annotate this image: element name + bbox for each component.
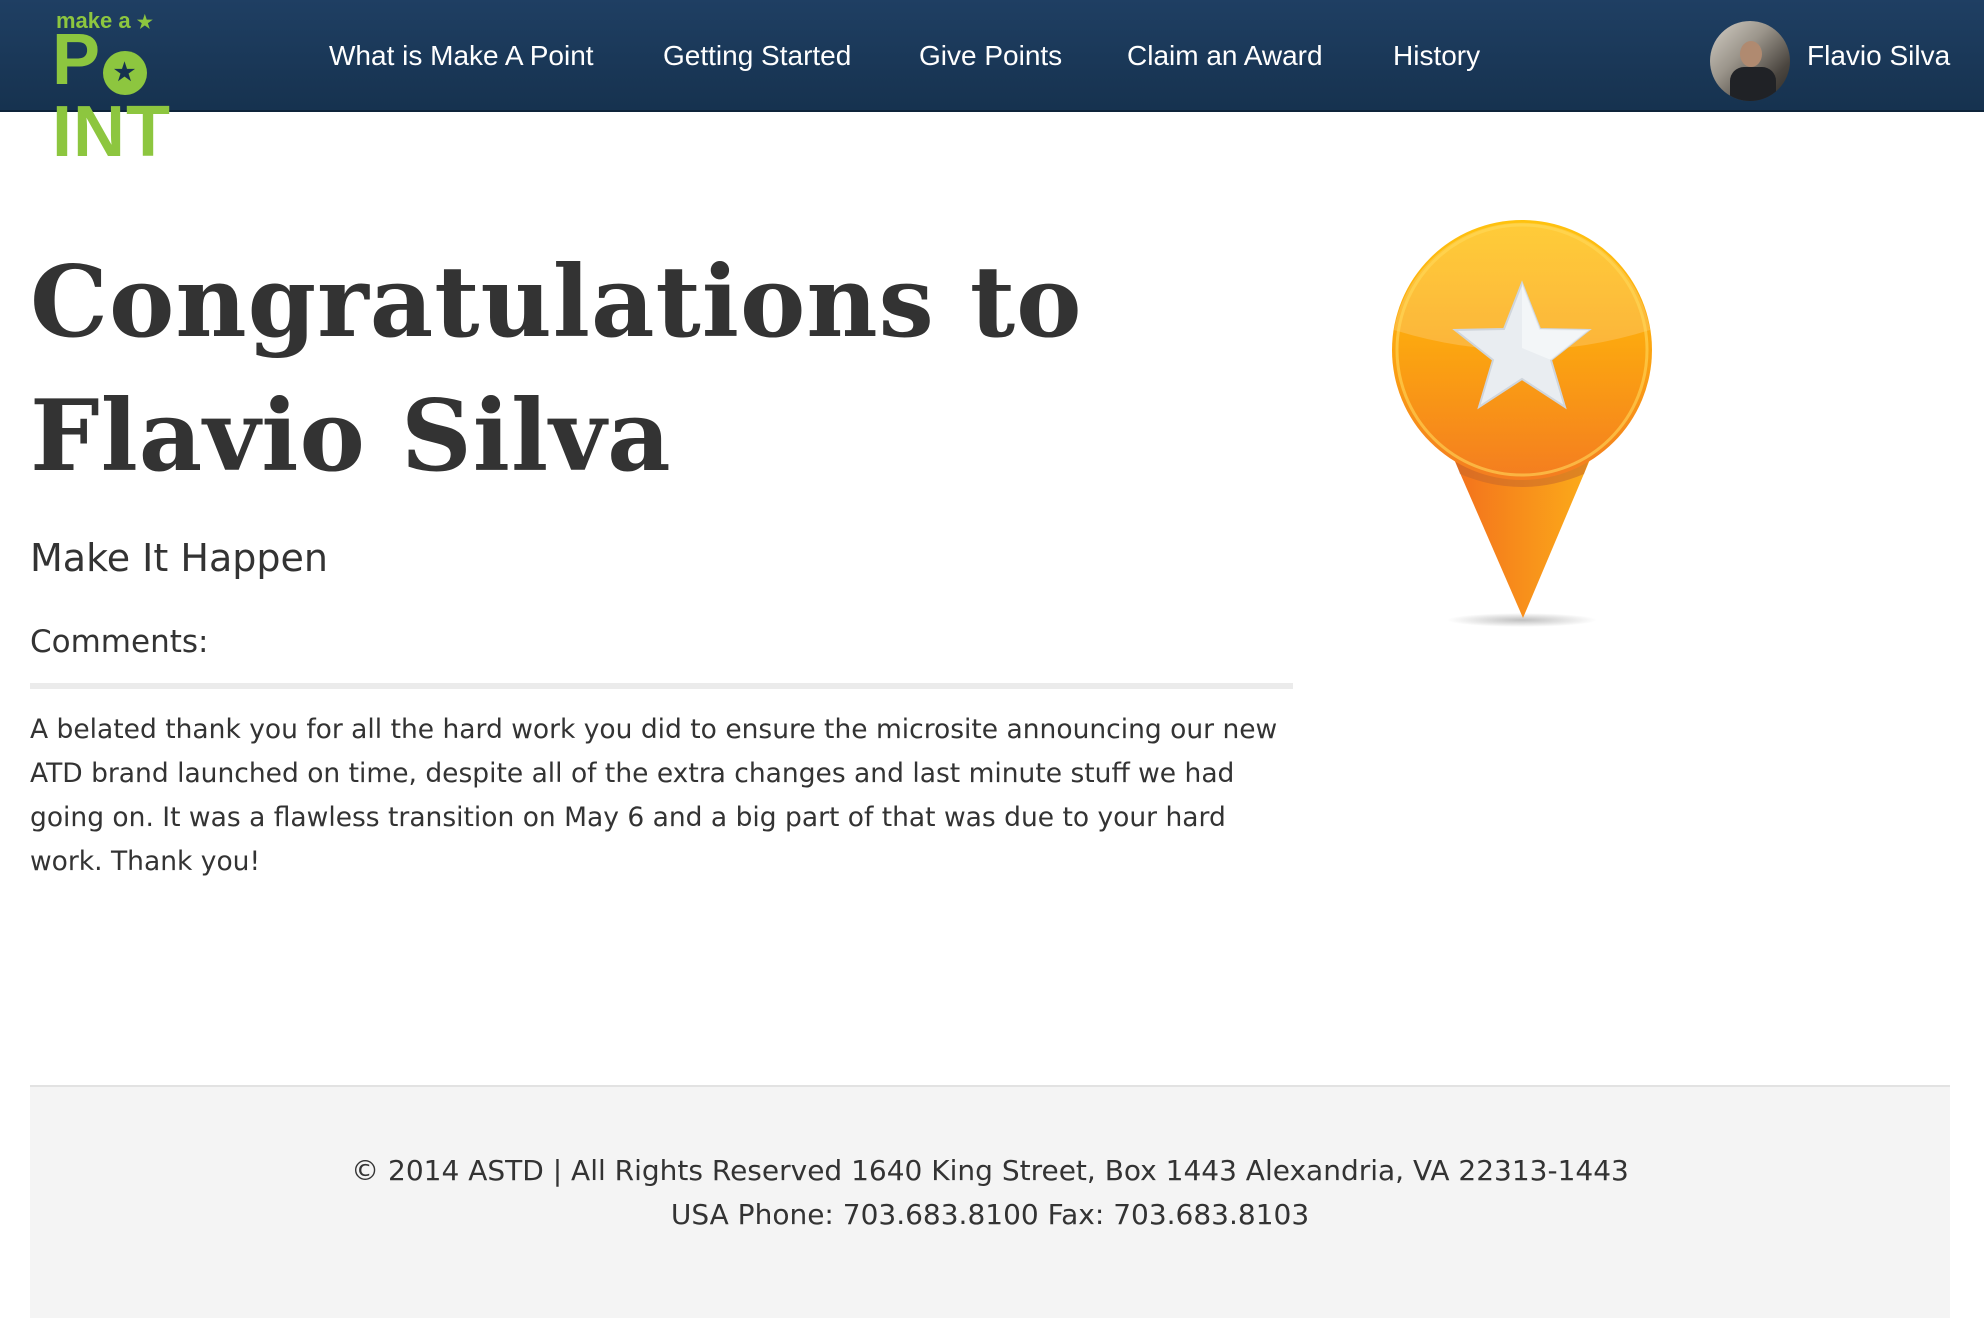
avatar-body bbox=[1730, 67, 1776, 101]
user-name-link[interactable]: Flavio Silva bbox=[1807, 40, 1950, 72]
star-pin-icon bbox=[1392, 220, 1652, 627]
comments-label: Comments: bbox=[30, 624, 209, 660]
comments-divider bbox=[30, 683, 1293, 689]
nav-give-points[interactable]: Give Points bbox=[919, 40, 1062, 72]
logo-wordmark: P ★INT bbox=[52, 20, 171, 172]
top-navbar: make a ★ P ★INT What is Make A Point Gett… bbox=[0, 0, 1984, 168]
nav-claim-an-award[interactable]: Claim an Award bbox=[1127, 40, 1323, 72]
page-footer: © 2014 ASTD | All Rights Reserved 1640 K… bbox=[30, 1085, 1950, 1318]
logo-o-star-icon: ★ bbox=[103, 51, 148, 95]
user-avatar[interactable] bbox=[1710, 21, 1790, 101]
nav-history[interactable]: History bbox=[1393, 40, 1480, 72]
comment-text: A belated thank you for all the hard wor… bbox=[30, 714, 1278, 877]
nav-what-is-make-a-point[interactable]: What is Make A Point bbox=[329, 40, 594, 72]
make-a-point-logo[interactable]: make a ★ P ★INT bbox=[52, 8, 267, 168]
footer-contact: USA Phone: 703.683.8100 Fax: 703.683.810… bbox=[670, 1198, 1310, 1231]
nav-getting-started[interactable]: Getting Started bbox=[663, 40, 851, 72]
award-name: Make It Happen bbox=[30, 536, 328, 580]
avatar-head bbox=[1740, 41, 1762, 67]
footer-copyright: © 2014 ASTD | All Rights Reserved 1640 K… bbox=[351, 1154, 1629, 1187]
award-badge bbox=[1380, 220, 1664, 630]
page-title: Congratulations to Flavio Silva bbox=[30, 245, 1083, 494]
